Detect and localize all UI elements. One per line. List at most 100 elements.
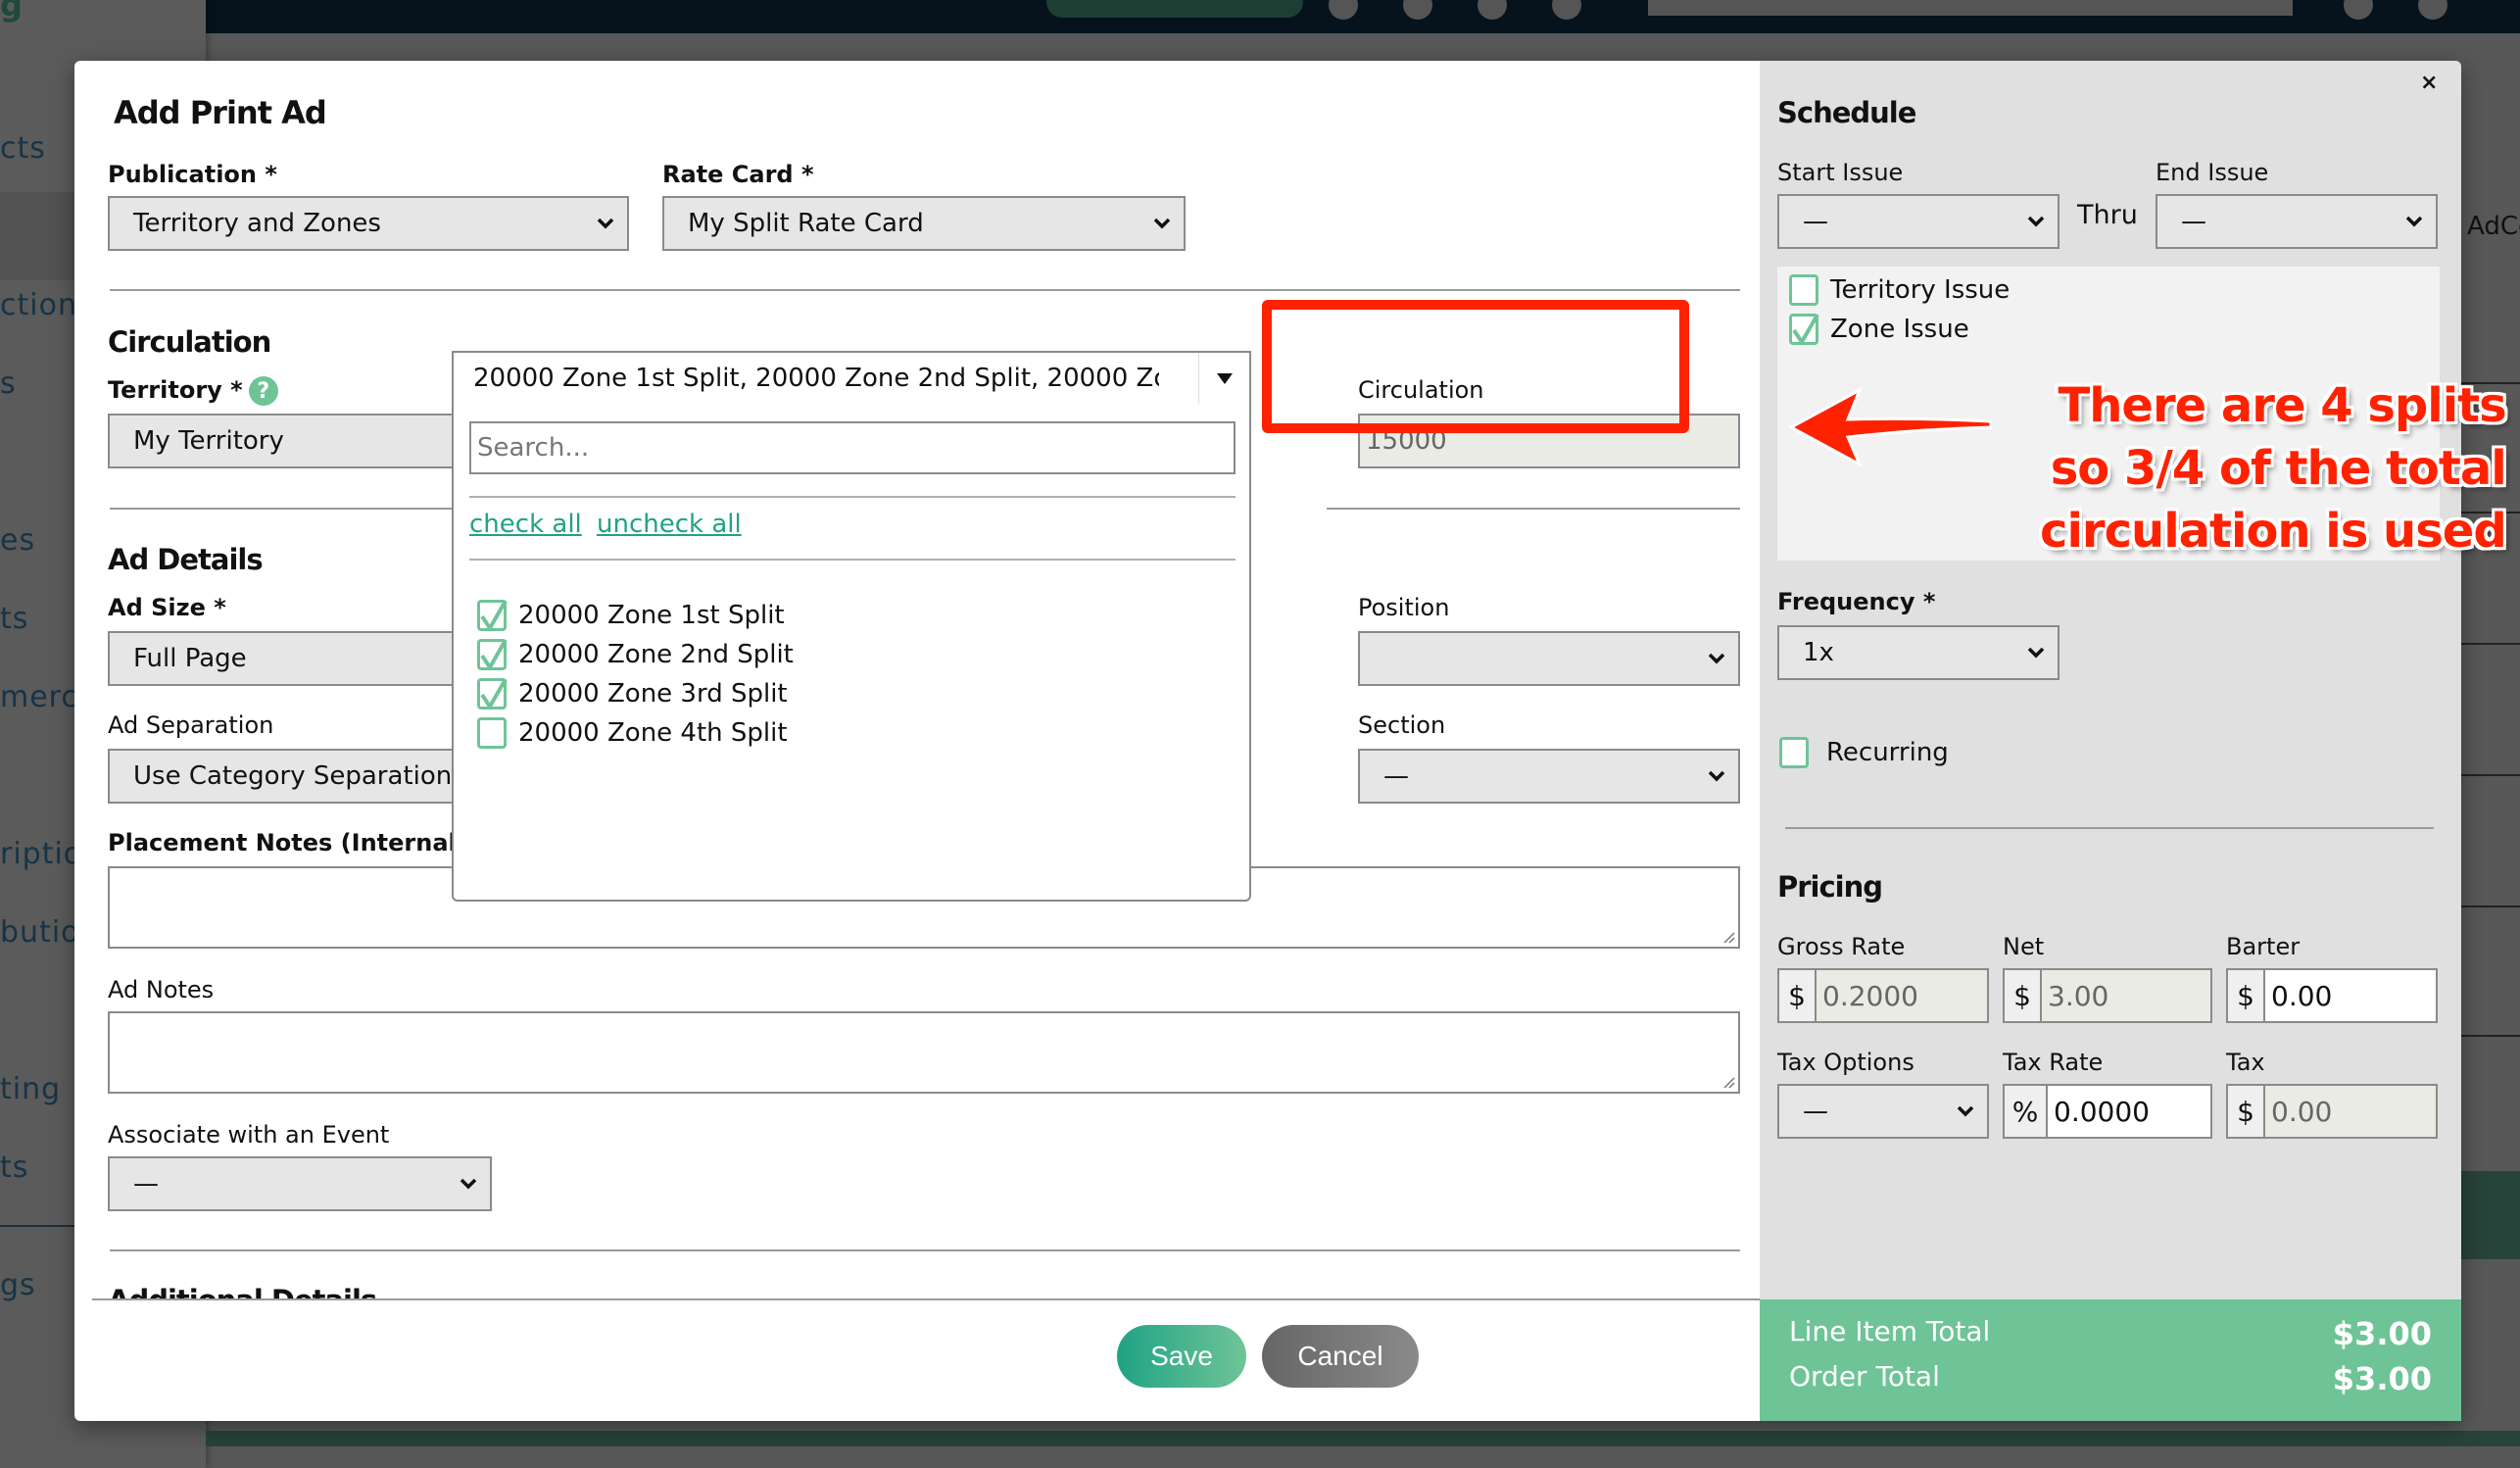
- gross-rate-input[interactable]: $ 0.2000: [1777, 968, 1989, 1023]
- checkbox-checked[interactable]: [477, 600, 508, 632]
- checkbox-checked[interactable]: [477, 639, 508, 671]
- line-item-total-row: Line Item Total $3.00: [1789, 1315, 2432, 1352]
- chevron-down-icon: [1708, 770, 1725, 782]
- territory-select[interactable]: My Territory: [108, 414, 492, 468]
- publication-select[interactable]: Territory and Zones: [108, 196, 629, 251]
- zones-search-input[interactable]: [469, 421, 1236, 474]
- background-column-label: AdCe: [2467, 212, 2520, 241]
- rate-card-label: Rate Card *: [662, 161, 814, 188]
- ad-size-label: Ad Size *: [108, 594, 226, 621]
- uncheck-all-link[interactable]: uncheck all: [597, 510, 742, 539]
- tax-rate-label: Tax Rate: [2003, 1049, 2104, 1076]
- chevron-down-icon: [1153, 218, 1171, 229]
- sidebar-item: ts: [0, 602, 29, 636]
- frequency-label: Frequency *: [1777, 588, 1936, 615]
- territory-value: My Territory: [133, 426, 284, 456]
- barter-input[interactable]: $ 0.00: [2226, 968, 2438, 1023]
- zones-selected-value: 20000 Zone 1st Split, 20000 Zone 2nd Spl…: [473, 364, 1159, 393]
- chevron-down-icon: [2405, 216, 2423, 227]
- gross-rate-value: 0.2000: [1817, 970, 1987, 1021]
- zones-dropdown-panel: check all uncheck all 20000 Zone 1st Spl…: [452, 404, 1251, 902]
- tax-rate-value: 0.0000: [2048, 1086, 2210, 1137]
- publication-value: Territory and Zones: [133, 209, 381, 238]
- zone-option-label: 20000 Zone 4th Split: [518, 718, 788, 748]
- order-total-value: $3.00: [2332, 1360, 2432, 1397]
- frequency-select[interactable]: 1x: [1777, 625, 2060, 680]
- totals-panel: Line Item Total $3.00 Order Total $3.00: [1760, 1299, 2461, 1421]
- barter-label: Barter: [2226, 933, 2301, 960]
- sidebar-item: gs: [0, 1268, 36, 1302]
- territory-issue-checkbox-row[interactable]: Territory Issue: [1789, 274, 2010, 306]
- zone-option[interactable]: 20000 Zone 1st Split: [477, 600, 785, 632]
- chevron-down-icon: [2027, 647, 2045, 659]
- section-label: Section: [1358, 711, 1446, 739]
- publication-label: Publication *: [108, 161, 277, 188]
- tax-options-select[interactable]: —: [1777, 1084, 1989, 1139]
- start-issue-select[interactable]: —: [1777, 194, 2060, 249]
- background-row-line: [2461, 774, 2520, 776]
- checkmark-icon: [1792, 314, 1819, 346]
- zone-option-label: 20000 Zone 3rd Split: [518, 679, 788, 709]
- rate-card-select[interactable]: My Split Rate Card: [662, 196, 1186, 251]
- chevron-down-icon: [597, 218, 614, 229]
- annotation-line: circulation is used: [2040, 504, 2507, 559]
- recurring-checkbox-row[interactable]: Recurring: [1779, 737, 1949, 768]
- rate-card-value: My Split Rate Card: [688, 209, 924, 238]
- resize-grip-icon[interactable]: [1720, 929, 1736, 945]
- ad-separation-value: Use Category Separation: [133, 761, 453, 791]
- end-issue-label: End Issue: [2156, 159, 2269, 186]
- zone-option[interactable]: 20000 Zone 4th Split: [477, 717, 788, 749]
- checkbox-checked[interactable]: [477, 678, 508, 710]
- checkmark-icon: [480, 678, 508, 710]
- net-input[interactable]: $ 3.00: [2003, 968, 2212, 1023]
- background-row-line: [2461, 905, 2520, 907]
- add-print-ad-modal: [74, 61, 2461, 1421]
- checkbox-unchecked[interactable]: [1779, 737, 1809, 768]
- line-item-total-value: $3.00: [2332, 1315, 2432, 1352]
- annotation-line: so 3/4 of the total: [2050, 441, 2507, 496]
- save-button[interactable]: Save: [1117, 1325, 1246, 1388]
- ad-separation-select[interactable]: Use Category Separation: [108, 749, 492, 804]
- territory-label: Territory *?: [108, 376, 278, 406]
- dollar-prefix: $: [2228, 1086, 2265, 1137]
- close-button[interactable]: ×: [2420, 71, 2438, 95]
- event-select[interactable]: —: [108, 1156, 492, 1211]
- section-select[interactable]: —: [1358, 749, 1740, 804]
- zone-option-label: 20000 Zone 2nd Split: [518, 640, 794, 669]
- tax-options-value: —: [1803, 1097, 1828, 1126]
- zone-issue-checkbox-row[interactable]: Zone Issue: [1789, 314, 1969, 346]
- check-all-link[interactable]: check all: [469, 510, 582, 539]
- checkmark-icon: [480, 600, 508, 632]
- resize-grip-icon[interactable]: [1720, 1074, 1736, 1090]
- checkbox-checked[interactable]: [1789, 314, 1819, 346]
- dollar-prefix: $: [2005, 970, 2042, 1021]
- caret-down-icon: [1216, 373, 1233, 384]
- barter-value: 0.00: [2265, 970, 2436, 1021]
- pricing-title: Pricing: [1777, 870, 1883, 904]
- section-divider: [1785, 827, 2434, 829]
- tax-rate-input[interactable]: % 0.0000: [2003, 1084, 2212, 1139]
- zone-option[interactable]: 20000 Zone 3rd Split: [477, 678, 788, 710]
- sidebar-item: cts: [0, 131, 46, 166]
- section-value: —: [1383, 761, 1409, 791]
- cancel-button[interactable]: Cancel: [1262, 1325, 1419, 1388]
- checkmark-icon: [480, 639, 508, 671]
- position-select[interactable]: [1358, 631, 1740, 686]
- annotation-highlight-box: [1262, 300, 1689, 433]
- checkbox-unchecked[interactable]: [477, 717, 507, 749]
- zones-toggle[interactable]: [1198, 353, 1249, 404]
- checkbox-unchecked[interactable]: [1789, 274, 1818, 306]
- ad-notes-textarea[interactable]: [108, 1011, 1740, 1094]
- zone-option[interactable]: 20000 Zone 2nd Split: [477, 639, 794, 671]
- sidebar-item: es: [0, 523, 36, 558]
- annotation-text: There are 4 splits so 3/4 of the total c…: [2040, 374, 2507, 563]
- end-issue-select[interactable]: —: [2156, 194, 2438, 249]
- tax-input[interactable]: $ 0.00: [2226, 1084, 2438, 1139]
- net-value: 3.00: [2042, 970, 2210, 1021]
- ad-details-section-title: Ad Details: [108, 543, 264, 576]
- help-icon[interactable]: ?: [248, 376, 278, 406]
- frequency-value: 1x: [1803, 638, 1834, 667]
- zones-multiselect[interactable]: 20000 Zone 1st Split, 20000 Zone 2nd Spl…: [452, 351, 1251, 406]
- percent-prefix: %: [2005, 1086, 2048, 1137]
- ad-size-select[interactable]: Full Page: [108, 631, 492, 686]
